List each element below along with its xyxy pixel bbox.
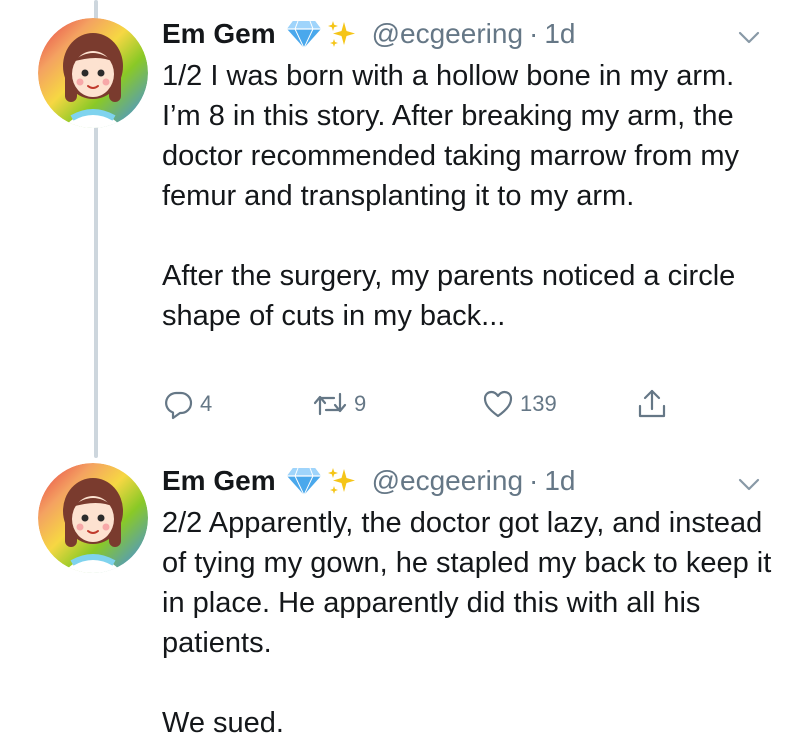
tweet[interactable]: Em Gem @ecgeering · 1d 2/2 Apparently, t… — [0, 455, 800, 745]
tweet-paragraph: 2/2 Apparently, the doctor got lazy, and… — [162, 507, 772, 659]
timestamp[interactable]: 1d — [544, 18, 575, 50]
share-button[interactable] — [636, 388, 668, 420]
avatar[interactable] — [38, 463, 148, 573]
separator-dot: · — [529, 465, 539, 496]
retweet-icon — [312, 388, 348, 420]
chevron-down-icon[interactable] — [736, 24, 762, 50]
chevron-down-icon[interactable] — [736, 471, 762, 497]
separator-dot: · — [529, 18, 539, 49]
like-button[interactable]: 139 — [482, 388, 557, 420]
tweet-actions: 4 9 139 — [162, 388, 682, 428]
tweet-paragraph: After the surgery, my parents noticed a … — [162, 260, 736, 332]
avatar[interactable] — [38, 18, 148, 128]
author-name[interactable]: Em Gem — [162, 18, 276, 50]
sparkles-icon — [326, 18, 358, 50]
reply-count: 4 — [200, 391, 213, 416]
tweet-text: 1/2 I was born with a hollow bone in my … — [162, 56, 772, 336]
tweet-header: Em Gem @ecgeering · 1d — [162, 461, 576, 501]
author-name[interactable]: Em Gem — [162, 465, 276, 497]
reply-button[interactable]: 4 — [162, 388, 212, 420]
like-icon — [482, 388, 514, 420]
tweet[interactable]: Em Gem @ecgeering · 1d 1/2 I was born wi… — [0, 0, 800, 455]
tweet-paragraph: We sued. — [162, 707, 284, 739]
retweet-count: 9 — [354, 391, 367, 416]
sparkles-icon — [326, 465, 358, 497]
retweet-button[interactable]: 9 — [312, 388, 366, 420]
reply-icon — [162, 388, 194, 420]
tweet-header: Em Gem @ecgeering · 1d — [162, 14, 576, 54]
like-count: 139 — [520, 391, 557, 416]
blue-diamond-icon — [286, 19, 322, 49]
share-icon — [636, 388, 668, 420]
tweet-paragraph: 1/2 I was born with a hollow bone in my … — [162, 60, 739, 212]
tweet-text: 2/2 Apparently, the doctor got lazy, and… — [162, 503, 772, 743]
author-handle[interactable]: @ecgeering — [372, 465, 523, 497]
blue-diamond-icon — [286, 466, 322, 496]
author-handle[interactable]: @ecgeering — [372, 18, 523, 50]
timestamp[interactable]: 1d — [544, 465, 575, 497]
